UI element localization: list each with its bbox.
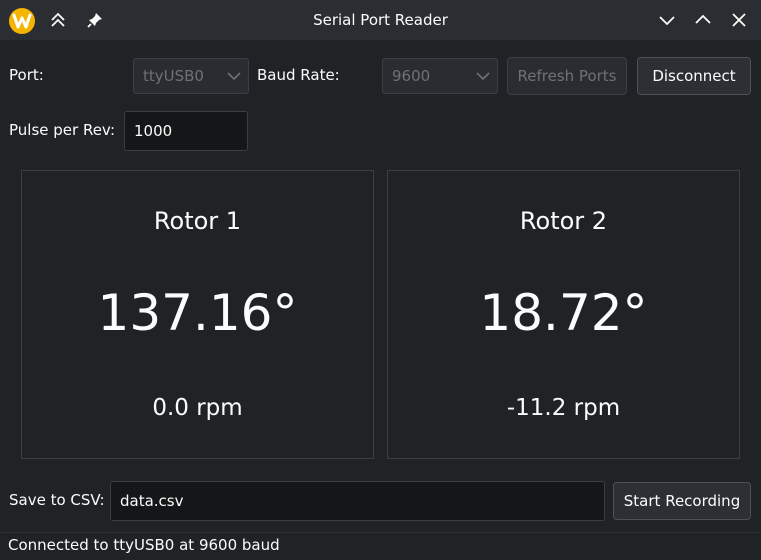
- double-chevron-up-icon[interactable]: [45, 7, 71, 33]
- title-bar[interactable]: Serial Port Reader: [0, 0, 761, 40]
- pin-icon[interactable]: [82, 7, 108, 33]
- close-icon[interactable]: [726, 7, 752, 33]
- window-title: Serial Port Reader: [313, 11, 448, 29]
- port-label: Port:: [9, 66, 44, 84]
- chevron-up-icon[interactable]: [690, 7, 716, 33]
- port-select[interactable]: ttyUSB0: [133, 58, 249, 94]
- csv-filename-input[interactable]: data.csv: [110, 481, 605, 521]
- save-to-csv-label: Save to CSV:: [9, 491, 105, 509]
- rotor-2-angle: 18.72°: [479, 284, 648, 342]
- rotor-1-rpm: 0.0 rpm: [152, 395, 243, 421]
- disconnect-button[interactable]: Disconnect: [637, 57, 751, 95]
- rotor-2-rpm: -11.2 rpm: [506, 395, 621, 421]
- rotor-1-angle: 137.16°: [97, 284, 298, 342]
- refresh-ports-button[interactable]: Refresh Ports: [507, 57, 627, 95]
- chevron-down-icon: [476, 72, 490, 81]
- start-recording-button[interactable]: Start Recording: [613, 482, 751, 520]
- baud-rate-label: Baud Rate:: [257, 66, 340, 84]
- app-logo-icon[interactable]: [9, 8, 35, 34]
- rotor-2-panel: Rotor 2 18.72° -11.2 rpm: [387, 170, 740, 459]
- main-window: Serial Port Reader Port: ttyUSB0 Baud Ra…: [0, 0, 761, 560]
- baud-rate-select[interactable]: 9600: [382, 58, 498, 94]
- pulse-per-rev-label: Pulse per Rev:: [9, 121, 116, 139]
- rotor-1-title: Rotor 1: [153, 207, 242, 235]
- rotor-2-title: Rotor 2: [519, 207, 608, 235]
- status-bar: Connected to ttyUSB0 at 9600 baud: [0, 532, 761, 560]
- baud-rate-select-value: 9600: [392, 67, 431, 85]
- chevron-down-icon[interactable]: [654, 7, 680, 33]
- status-text: Connected to ttyUSB0 at 9600 baud: [8, 536, 280, 554]
- pulse-per-rev-input[interactable]: 1000: [124, 111, 248, 151]
- chevron-down-icon: [227, 72, 241, 81]
- port-select-value: ttyUSB0: [143, 67, 204, 85]
- rotor-1-panel: Rotor 1 137.16° 0.0 rpm: [21, 170, 374, 459]
